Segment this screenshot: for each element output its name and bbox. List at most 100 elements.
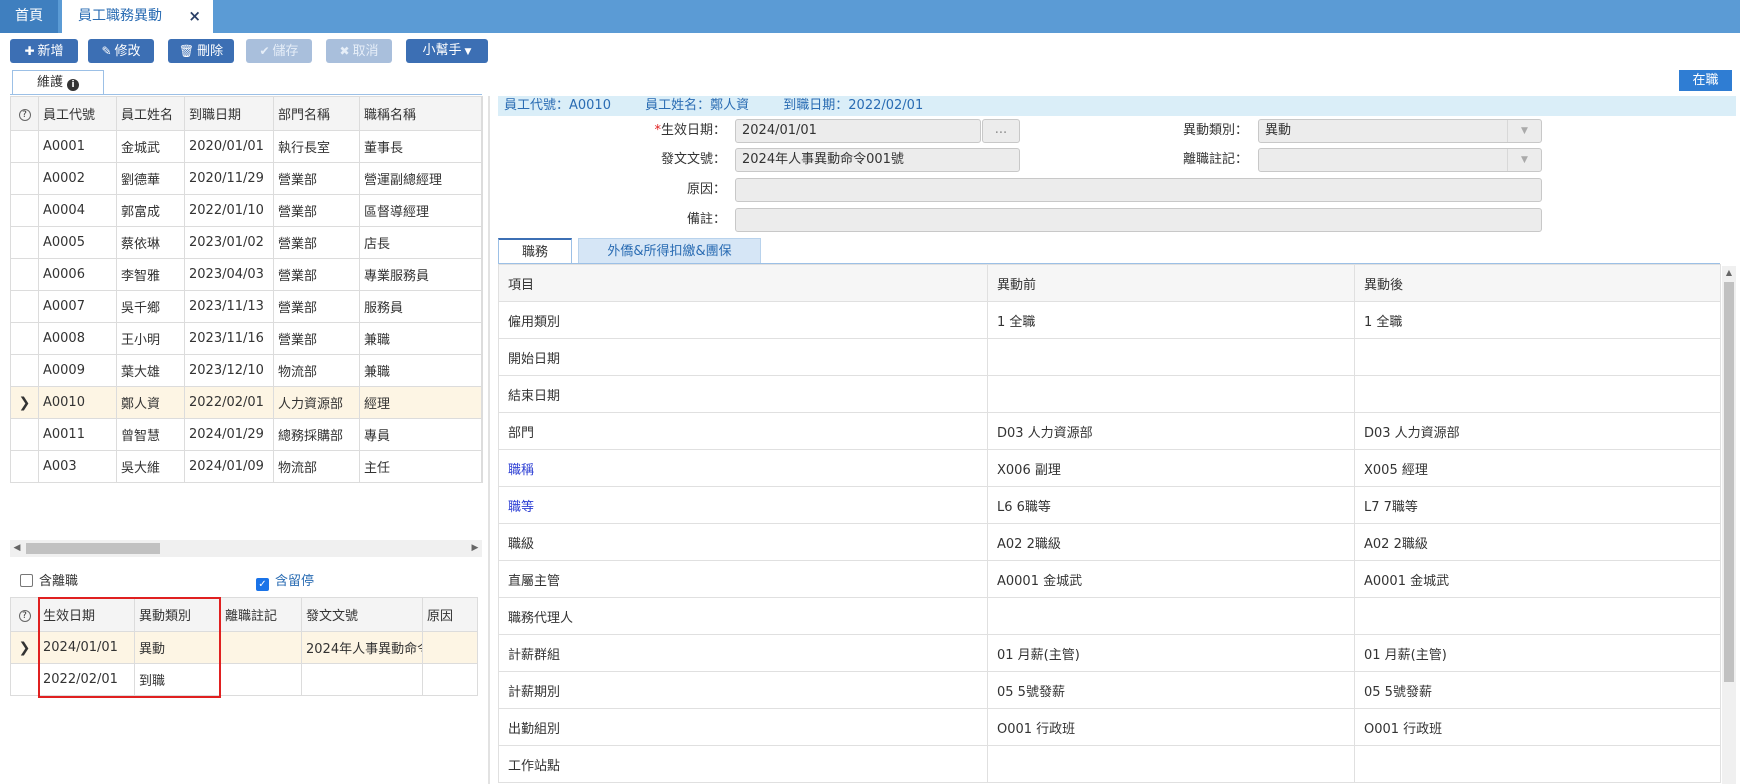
- grid-line: [10, 96, 11, 483]
- include-suspended-checkbox[interactable]: ✓ 含留停: [256, 574, 314, 591]
- scroll-up-icon[interactable]: ▲: [1722, 266, 1736, 280]
- horizontal-scrollbar[interactable]: ◀ ▶: [10, 540, 482, 557]
- row-indicator: [10, 354, 39, 387]
- table-cell: 經理: [359, 386, 483, 419]
- reason-field[interactable]: [735, 178, 1542, 202]
- table-cell: A0001 金城武: [1354, 560, 1721, 598]
- table-cell: A0010: [38, 386, 117, 419]
- table-cell: A0009: [38, 354, 117, 387]
- change-type-label: 異動類別：: [1182, 123, 1248, 138]
- add-button[interactable]: ✚ 新增: [10, 39, 78, 63]
- table-row[interactable]: A0009 葉大雄 2023/12/10 物流部 兼職: [10, 354, 483, 387]
- col-header[interactable]: 員工代號: [38, 96, 117, 131]
- item-link[interactable]: 職稱: [498, 449, 988, 487]
- remark-field[interactable]: [735, 208, 1542, 232]
- panel-splitter[interactable]: [488, 96, 490, 784]
- tab-home[interactable]: 首頁: [0, 0, 58, 33]
- chevron-down-icon[interactable]: ▼: [1507, 120, 1541, 142]
- info-icon[interactable]: i: [67, 79, 79, 91]
- table-row[interactable]: A0008 王小明 2023/11/16 營業部 兼職: [10, 322, 483, 355]
- tab-maintain[interactable]: 維護 i: [12, 70, 104, 94]
- doc-no-field[interactable]: 2024年人事異動命令001號: [735, 148, 1020, 172]
- table-row: 結束日期: [498, 375, 1721, 413]
- scroll-left-icon[interactable]: ◀: [10, 540, 24, 557]
- table-cell: [1354, 338, 1721, 376]
- table-cell: 直屬主管: [498, 560, 988, 598]
- table-row[interactable]: A0011 曾智慧 2024/01/29 總務採購部 專員: [10, 418, 483, 451]
- table-cell: 吳千鄉: [116, 290, 185, 323]
- grid-line: [116, 96, 117, 483]
- table-cell: A0005: [38, 226, 117, 259]
- change-type-select[interactable]: 異動 ▼: [1258, 119, 1542, 143]
- col-header[interactable]: 部門名稱: [273, 96, 360, 131]
- resign-note-label: 離職註記：: [1182, 152, 1248, 167]
- table-row[interactable]: ❯ A0010 鄭人資 2022/02/01 人力資源部 經理: [10, 386, 483, 419]
- row-indicator: [10, 322, 39, 355]
- table-cell: 僱用類別: [498, 301, 988, 339]
- info-emp-id: 員工代號：A0010: [504, 98, 611, 113]
- table-row[interactable]: A0007 吳千鄉 2023/11/13 營業部 服務員: [10, 290, 483, 323]
- table-cell: 2022/01/10: [184, 194, 274, 227]
- tab-duty[interactable]: 職務: [498, 238, 572, 264]
- effective-date-field[interactable]: 2024/01/01: [735, 119, 981, 143]
- vertical-scrollbar[interactable]: ▲: [1722, 266, 1736, 784]
- table-cell: 1 全職: [1354, 301, 1721, 339]
- table-cell: X006 副理: [987, 449, 1355, 487]
- close-icon[interactable]: ×: [188, 0, 201, 33]
- help-icon[interactable]: ?: [10, 96, 39, 131]
- checkbox-checked-icon[interactable]: ✓: [256, 578, 269, 591]
- col-header[interactable]: 發文文號: [301, 597, 423, 632]
- col-header[interactable]: 到職日期: [184, 96, 274, 131]
- table-cell: 營業部: [273, 226, 360, 259]
- edit-button[interactable]: ✎ 修改: [88, 39, 154, 63]
- table-cell: 2023/12/10: [184, 354, 274, 387]
- tab-employee-transfer[interactable]: 員工職務異動 ×: [62, 0, 213, 33]
- table-cell: 部門: [498, 412, 988, 450]
- table-row[interactable]: A0005 蔡依琳 2023/01/02 營業部 店長: [10, 226, 483, 259]
- employee-table: ? 員工代號 員工姓名 到職日期 部門名稱 職稱名稱 A0001 金城武 2020/…: [10, 96, 483, 483]
- table-cell: [987, 745, 1355, 783]
- table-row: 工作站點: [498, 745, 1721, 783]
- col-header[interactable]: 員工姓名: [116, 96, 185, 131]
- table-row[interactable]: A0001 金城武 2020/01/01 執行長室 董事長: [10, 130, 483, 163]
- col-header[interactable]: 原因: [422, 597, 478, 632]
- scroll-thumb[interactable]: [26, 543, 160, 554]
- table-row[interactable]: A0002 劉德華 2020/11/29 營業部 營運副總經理: [10, 162, 483, 195]
- helper-button[interactable]: 小幫手 ▼: [406, 39, 488, 63]
- delete-button[interactable]: 🗑 刪除: [168, 39, 234, 63]
- help-icon[interactable]: ?: [10, 597, 39, 632]
- table-cell: A0004: [38, 194, 117, 227]
- check-icon: ✔: [259, 44, 270, 58]
- table-cell: [220, 663, 302, 696]
- pencil-icon: ✎: [101, 44, 112, 58]
- table-row[interactable]: A0006 李智雅 2023/04/03 營業部 專業服務員: [10, 258, 483, 291]
- tab-foreign-tax-insurance[interactable]: 外僑&所得扣繳&團保: [578, 238, 761, 264]
- table-row: 職級 A02 2職級 A02 2職級: [498, 523, 1721, 561]
- grid-line: [359, 96, 360, 483]
- date-picker-button[interactable]: ...: [982, 119, 1020, 143]
- save-button[interactable]: ✔ 儲存: [246, 39, 312, 63]
- col-header[interactable]: 離職註記: [220, 597, 302, 632]
- item-link[interactable]: 職等: [498, 486, 988, 524]
- effective-date-label: *生效日期：: [654, 123, 726, 138]
- col-header: 異動後: [1354, 264, 1721, 302]
- table-cell: D03 人力資源部: [987, 412, 1355, 450]
- table-cell: 王小明: [116, 322, 185, 355]
- col-header[interactable]: 職稱名稱: [359, 96, 483, 131]
- table-cell: 人力資源部: [273, 386, 360, 419]
- table-cell: 服務員: [359, 290, 483, 323]
- checkbox-unchecked-icon[interactable]: [20, 574, 33, 587]
- table-cell: X005 經理: [1354, 449, 1721, 487]
- include-resigned-checkbox[interactable]: 含離職: [20, 574, 78, 590]
- scroll-right-icon[interactable]: ▶: [468, 540, 482, 557]
- table-row[interactable]: A0004 郭富成 2022/01/10 營業部 區督導經理: [10, 194, 483, 227]
- tab-employee-transfer-label: 員工職務異動: [78, 8, 162, 24]
- scroll-thumb[interactable]: [1724, 282, 1734, 682]
- grid-line: [184, 96, 185, 483]
- table-cell: 營業部: [273, 194, 360, 227]
- table-cell: 吳大維: [116, 450, 185, 483]
- cancel-button[interactable]: ✖ 取消: [326, 39, 392, 63]
- resign-note-select[interactable]: ▼: [1258, 148, 1542, 172]
- table-row[interactable]: A003 吳大維 2024/01/09 物流部 主任: [10, 450, 483, 483]
- chevron-down-icon[interactable]: ▼: [1507, 149, 1541, 171]
